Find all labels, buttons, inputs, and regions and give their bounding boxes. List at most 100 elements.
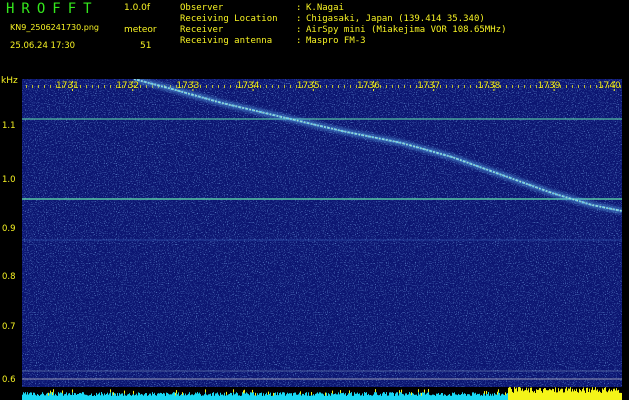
- signal-level-column: [542, 392, 543, 400]
- spectrogram-canvas: [22, 79, 622, 400]
- signal-level-column: [576, 388, 577, 400]
- signal-level-column: [495, 394, 496, 400]
- signal-level-column: [566, 387, 567, 400]
- signal-level-column: [406, 393, 407, 400]
- signal-level-column: [452, 392, 453, 400]
- signal-level-column: [271, 395, 272, 400]
- signal-level-column: [306, 392, 307, 400]
- signal-level-column: [474, 393, 475, 400]
- signal-level-column: [165, 395, 166, 400]
- signal-level-column: [51, 392, 52, 400]
- signal-level-column: [602, 388, 603, 400]
- signal-level-spike: [340, 390, 341, 394]
- y-tick-label: 0.9: [2, 224, 16, 234]
- signal-level-column: [212, 392, 213, 400]
- signal-level-column: [92, 395, 93, 400]
- top-tick: [50, 85, 51, 88]
- signal-level-column: [302, 393, 303, 400]
- top-tick: [80, 85, 81, 88]
- signal-level-column: [295, 392, 296, 400]
- signal-level-spike: [399, 390, 400, 394]
- signal-level-column: [456, 394, 457, 400]
- signal-level-column: [226, 394, 227, 400]
- signal-level-column: [394, 395, 395, 400]
- signal-level-column: [268, 394, 269, 400]
- signal-level-column: [229, 393, 230, 400]
- top-tick: [110, 85, 111, 88]
- top-tick: [92, 85, 93, 88]
- signal-level-column: [331, 393, 332, 400]
- signal-level-column: [613, 388, 614, 400]
- signal-level-spike: [50, 390, 51, 394]
- signal-level-column: [468, 394, 469, 400]
- signal-level-column: [354, 392, 355, 400]
- signal-level-column: [241, 395, 242, 400]
- signal-level-column: [494, 392, 495, 400]
- signal-level-column: [475, 392, 476, 400]
- signal-level-column: [28, 394, 29, 400]
- signal-level-column: [511, 389, 512, 400]
- signal-level-column: [360, 395, 361, 400]
- signal-level-column: [347, 394, 348, 400]
- top-tick: [470, 85, 471, 88]
- signal-level-column: [197, 392, 198, 400]
- signal-level-column: [570, 387, 571, 400]
- signal-level-column: [284, 392, 285, 400]
- signal-level-column: [429, 394, 430, 400]
- signal-level-column: [356, 393, 357, 400]
- signal-level-column: [231, 393, 232, 400]
- x-tick-label: 1738: [477, 81, 501, 91]
- signal-level-column: [349, 393, 350, 400]
- top-tick: [584, 85, 585, 88]
- signal-level-spike: [332, 390, 333, 394]
- signal-level-column: [99, 392, 100, 400]
- signal-level-column: [223, 395, 224, 400]
- signal-level-column: [600, 392, 601, 400]
- signal-level-column: [441, 392, 442, 400]
- signal-level-column: [181, 394, 182, 400]
- signal-level-column: [371, 395, 372, 400]
- signal-level-column: [558, 388, 559, 400]
- signal-level-spike: [62, 390, 63, 394]
- top-tick: [326, 85, 327, 88]
- top-tick: [524, 85, 525, 88]
- signal-level-column: [368, 393, 369, 400]
- signal-level-column: [515, 388, 516, 400]
- signal-level-column: [307, 395, 308, 400]
- signal-level-column: [80, 392, 81, 400]
- signal-level-column: [117, 393, 118, 400]
- signal-level-column: [333, 394, 334, 400]
- signal-level-column: [446, 395, 447, 400]
- signal-level-column: [65, 393, 66, 400]
- signal-level-column: [174, 392, 175, 400]
- signal-level-column: [384, 392, 385, 400]
- signal-level-column: [287, 392, 288, 400]
- signal-level-column: [167, 392, 168, 400]
- signal-level-column: [218, 394, 219, 400]
- top-tick: [458, 85, 459, 88]
- app-title: HROFFT: [6, 1, 99, 17]
- top-tick: [398, 85, 399, 88]
- signal-level-column: [262, 395, 263, 400]
- signal-level-column: [378, 395, 379, 400]
- signal-level-column: [523, 391, 524, 400]
- signal-level-column: [134, 395, 135, 400]
- signal-level-column: [36, 395, 37, 400]
- top-tick: [200, 85, 201, 88]
- signal-level-column: [608, 390, 609, 400]
- signal-level-column: [332, 393, 333, 400]
- signal-level-column: [130, 395, 131, 400]
- signal-level-column: [518, 387, 519, 400]
- signal-level-column: [60, 392, 61, 400]
- signal-level-column: [290, 393, 291, 400]
- signal-level-column: [325, 395, 326, 400]
- signal-level-column: [180, 395, 181, 400]
- signal-level-column: [292, 395, 293, 400]
- signal-level-column: [381, 395, 382, 400]
- signal-level-column: [383, 392, 384, 400]
- signal-level-column: [279, 393, 280, 400]
- signal-level-column: [244, 392, 245, 400]
- signal-level-column: [398, 395, 399, 400]
- signal-level-column: [35, 394, 36, 400]
- signal-level-column: [200, 394, 201, 400]
